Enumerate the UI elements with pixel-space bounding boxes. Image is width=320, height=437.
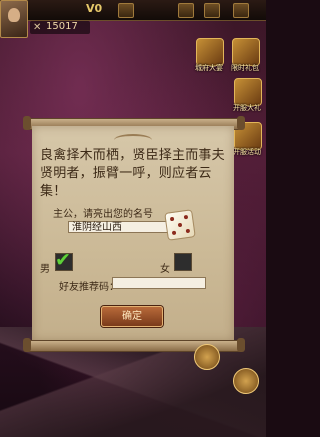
opening-gift-label: 开服大礼 [233, 104, 261, 112]
intro-text: 良禽择木而栖，贤臣择主而事夫贤明者，振臂一呼，则应者云集！ [40, 148, 225, 199]
limited-pack-icon[interactable] [232, 38, 260, 66]
female-checkbox[interactable] [174, 253, 192, 271]
random-name-dice-icon[interactable] [164, 209, 196, 241]
banquet-label: 城府大宴 [195, 64, 223, 72]
limited-pack-label: 限时礼包 [231, 64, 259, 72]
top-hud-bar: V0 [0, 0, 266, 21]
scroll-top-right-cap [237, 116, 245, 130]
male-label: 男 [40, 264, 50, 275]
hud-button-1[interactable] [118, 3, 134, 18]
hud-button-4[interactable] [233, 3, 249, 18]
crossed-swords-icon: ✕ [33, 22, 42, 33]
power-value: 15017 [46, 21, 78, 32]
referral-code-input[interactable] [112, 277, 206, 289]
vip-level[interactable]: V0 [86, 2, 102, 15]
scroll-bottom-right-cap [237, 338, 245, 352]
hud-button-2[interactable] [178, 3, 194, 18]
hud-button-3[interactable] [204, 3, 220, 18]
bottom-side-icon[interactable] [233, 368, 259, 394]
opening-gift-icon[interactable] [234, 78, 262, 106]
dice-pip [183, 214, 189, 220]
female-label: 女 [160, 264, 170, 275]
check-mark-icon: ✔ [55, 249, 71, 271]
dice-pip [185, 228, 191, 234]
create-character-dialog: 良禽择木而栖，贤臣择主而事夫贤明者，振臂一呼，则应者云集！ 主公，请亮出您的名号… [32, 126, 234, 341]
banquet-icon[interactable] [196, 38, 224, 66]
referral-label: 好友推荐码： [59, 282, 119, 293]
avatar-face [8, 8, 20, 22]
dice-pip [171, 230, 177, 236]
bottom-menu-icon[interactable] [194, 344, 220, 370]
player-avatar[interactable] [0, 0, 28, 38]
confirm-button[interactable]: 确定 [101, 306, 163, 327]
dice-pip [177, 222, 183, 228]
scroll-bottom-left-cap [23, 338, 31, 352]
male-checkbox[interactable]: ✔ [55, 249, 73, 271]
power-display: ✕ 15017 [30, 21, 90, 34]
opening-event-label: 开服活动 [233, 148, 261, 156]
scroll-top-left-cap [23, 116, 31, 130]
name-prompt: 主公，请亮出您的名号 [53, 209, 153, 220]
dice-pip [169, 216, 175, 222]
scroll-ornament [114, 134, 152, 146]
